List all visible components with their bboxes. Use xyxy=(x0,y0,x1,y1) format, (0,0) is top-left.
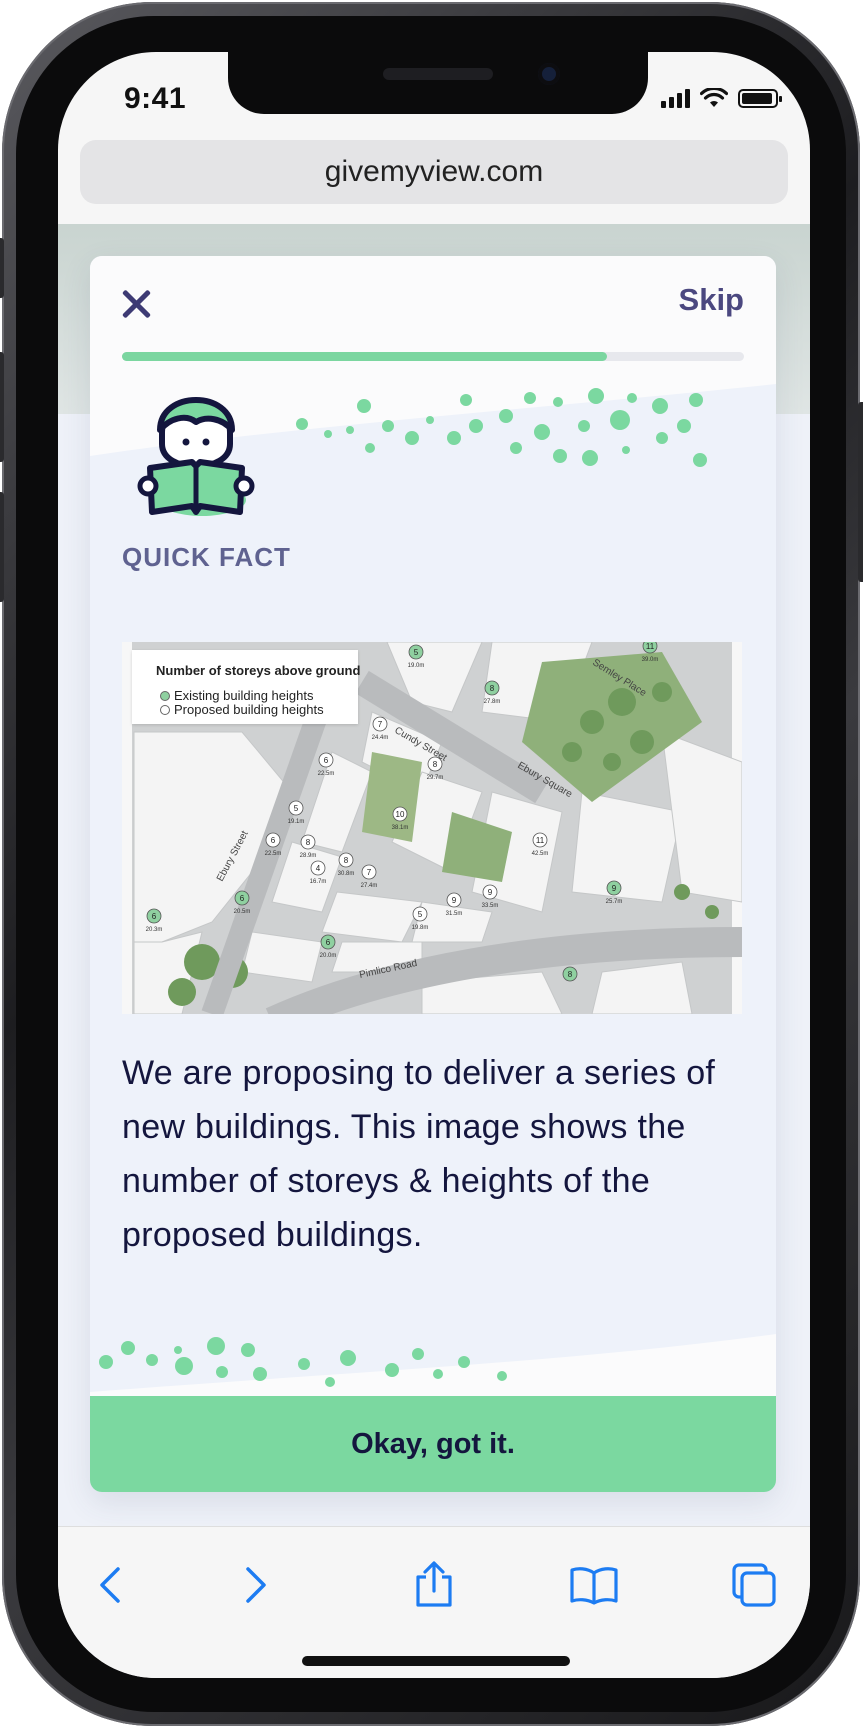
marker-storeys: 11 xyxy=(536,836,545,845)
marker-height: 22.5m xyxy=(318,771,335,777)
volume-up-button xyxy=(0,352,4,462)
speaker xyxy=(383,68,493,80)
volume-down-button xyxy=(0,492,4,602)
marker-storeys: 5 xyxy=(294,804,299,813)
marker-height: 19.1m xyxy=(288,819,305,825)
quick-fact-text: We are proposing to deliver a series of … xyxy=(122,1054,716,1254)
close-button[interactable] xyxy=(120,288,152,320)
status-time: 9:41 xyxy=(124,82,187,115)
address-bar[interactable]: givemyview.com xyxy=(80,140,788,204)
marker-height: 19.0m xyxy=(408,663,425,669)
back-icon xyxy=(100,1567,120,1603)
progress-bar xyxy=(122,352,744,361)
share-button[interactable] xyxy=(406,1557,462,1613)
marker-height: 24.4m xyxy=(372,735,389,741)
marker-height: 42.5m xyxy=(532,851,549,857)
height-marker: 8 xyxy=(562,966,578,982)
marker-storeys: 8 xyxy=(344,856,349,865)
bookmarks-button[interactable] xyxy=(566,1557,622,1613)
tabs-button[interactable] xyxy=(726,1557,782,1613)
marker-height: 20.3m xyxy=(146,927,163,933)
marker-storeys: 4 xyxy=(316,864,321,873)
marker-height: 28.9m xyxy=(300,853,317,859)
marker-storeys: 11 xyxy=(646,642,655,651)
notch xyxy=(228,52,648,114)
marker-height: 20.5m xyxy=(234,909,251,915)
marker-storeys: 6 xyxy=(240,894,245,903)
marker-storeys: 9 xyxy=(612,884,617,893)
storey-heights-map: Cundy Street Semley Place Ebury Street E… xyxy=(122,642,742,1014)
marker-height: 19.8m xyxy=(412,925,429,931)
battery-icon xyxy=(738,89,782,108)
marker-height: 16.7m xyxy=(310,879,327,885)
marker-storeys: 9 xyxy=(452,896,457,905)
back-button[interactable] xyxy=(84,1557,140,1613)
marker-height: 25.7m xyxy=(606,899,623,905)
decorative-dots-top xyxy=(296,388,707,467)
marker-storeys: 8 xyxy=(568,970,573,979)
status-icons xyxy=(661,88,782,108)
marker-height: 30.8m xyxy=(338,871,355,877)
wifi-icon xyxy=(700,88,728,107)
okay-got-it-button[interactable]: Okay, got it. xyxy=(90,1396,776,1492)
web-content: Skip QUICK FACT Cundy Street Semley Plac… xyxy=(58,224,810,1526)
marker-storeys: 8 xyxy=(490,684,495,693)
marker-storeys: 6 xyxy=(152,912,157,921)
legend-proposed: Proposed building heights xyxy=(160,702,324,717)
bookmarks-icon xyxy=(570,1567,618,1605)
cellular-signal-icon xyxy=(661,88,690,108)
marker-height: 22.5m xyxy=(265,851,282,857)
phone-frame: 9:41 givemyview.com Skip QUICK FACT Cund… xyxy=(0,2,863,1726)
map-legend: Number of storeys above ground Existing … xyxy=(132,650,361,724)
marker-height: 33.5m xyxy=(482,903,499,909)
power-button xyxy=(858,402,863,582)
marker-storeys: 8 xyxy=(306,838,311,847)
proposed-swatch xyxy=(160,704,170,715)
legend-existing-label: Existing building heights xyxy=(174,688,314,703)
screen: 9:41 givemyview.com Skip QUICK FACT Cund… xyxy=(58,52,810,1678)
marker-storeys: 5 xyxy=(414,648,419,657)
forward-icon xyxy=(246,1567,266,1603)
marker-storeys: 6 xyxy=(324,756,329,765)
reader-avatar-icon xyxy=(137,397,255,516)
marker-storeys: 8 xyxy=(433,760,438,769)
marker-height: 27.8m xyxy=(484,699,501,705)
tabs-icon xyxy=(732,1563,776,1607)
forward-button[interactable] xyxy=(226,1557,282,1613)
marker-storeys: 7 xyxy=(378,720,383,729)
marker-height: 39.0m xyxy=(642,657,659,663)
marker-storeys: 5 xyxy=(418,910,423,919)
silent-switch xyxy=(0,238,4,298)
progress-fill xyxy=(122,352,608,361)
kicker-label: QUICK FACT xyxy=(122,542,291,572)
marker-storeys: 10 xyxy=(396,810,405,819)
decorative-dots-bottom xyxy=(90,1334,776,1398)
camera xyxy=(538,63,560,85)
legend-proposed-label: Proposed building heights xyxy=(174,702,324,717)
home-indicator xyxy=(302,1656,570,1666)
skip-button[interactable]: Skip xyxy=(679,282,744,318)
marker-height: 27.4m xyxy=(361,883,378,889)
marker-height: 31.5m xyxy=(446,911,463,917)
share-icon xyxy=(416,1561,452,1607)
marker-height: 29.7m xyxy=(427,775,444,781)
existing-swatch xyxy=(160,690,170,701)
marker-storeys: 6 xyxy=(326,938,331,947)
legend-title: Number of storeys above ground xyxy=(156,663,361,678)
marker-storeys: 9 xyxy=(488,888,493,897)
marker-storeys: 6 xyxy=(271,836,276,845)
marker-height: 20.0m xyxy=(320,953,337,959)
marker-height: 38.1m xyxy=(392,825,409,831)
marker-storeys: 7 xyxy=(367,868,372,877)
quick-fact-modal: Skip QUICK FACT Cundy Street Semley Plac… xyxy=(90,256,776,1492)
legend-existing: Existing building heights xyxy=(160,688,313,703)
